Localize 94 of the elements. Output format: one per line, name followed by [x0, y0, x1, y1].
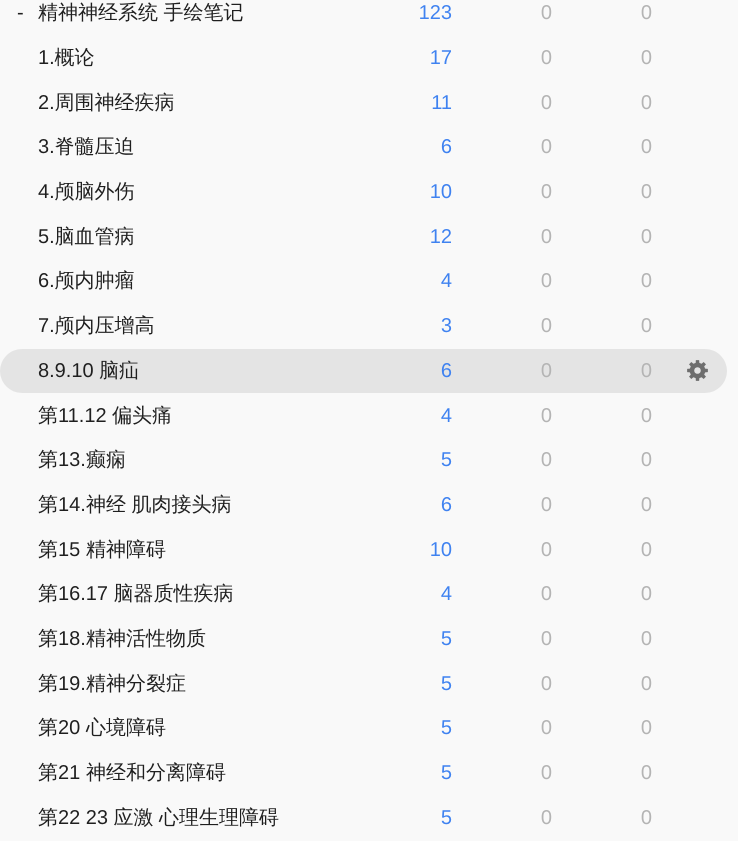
deck-name[interactable]: 第19.精神分裂症	[38, 672, 186, 696]
deck-name[interactable]: 第20 心境障碍	[38, 716, 166, 740]
deck-name[interactable]: 4.颅脑外伤	[38, 180, 135, 204]
deck-name[interactable]: 3.脊髓压迫	[38, 135, 135, 160]
card-count: 0	[540, 314, 552, 338]
card-count: 0	[640, 90, 652, 115]
deck-name[interactable]: 5.脑血管病	[38, 224, 135, 249]
deck-name[interactable]: 精神神经系统 手绘笔记	[38, 1, 244, 26]
deck-row[interactable]: 第20 心境障碍 5 0 0	[0, 706, 727, 751]
deck-name[interactable]: 第18.精神活性物质	[38, 626, 206, 651]
card-count: 6	[440, 135, 452, 160]
deck-row[interactable]: 3.脊髓压迫 6 0 0	[0, 125, 727, 170]
card-count: 3	[440, 314, 452, 338]
card-count: 0	[540, 761, 552, 786]
deck-name[interactable]: 6.颅内肿瘤	[38, 269, 135, 294]
card-count: 0	[640, 135, 652, 160]
card-count: 5	[440, 626, 452, 651]
card-count: 0	[540, 1, 552, 26]
card-count: 17	[430, 46, 452, 70]
card-count: 0	[640, 761, 652, 786]
card-count: 0	[540, 672, 552, 696]
card-count: 0	[540, 716, 552, 740]
card-count: 0	[540, 806, 552, 830]
card-count: 0	[540, 135, 552, 160]
card-count: 10	[430, 538, 452, 562]
card-count: 0	[540, 224, 552, 249]
card-count: 0	[640, 180, 652, 204]
card-count: 0	[540, 46, 552, 70]
deck-name[interactable]: 第14.神经 肌肉接头病	[38, 492, 232, 517]
deck-name[interactable]: 第16.17 脑器质性疾病	[38, 582, 234, 606]
card-count: 5	[440, 761, 452, 786]
card-count: 4	[440, 269, 452, 294]
card-count: 0	[640, 672, 652, 696]
deck-row[interactable]: - 精神神经系统 手绘笔记 123 0 0	[0, 0, 727, 36]
deck-name[interactable]: 第21 神经和分离障碍	[38, 761, 226, 786]
deck-name[interactable]: 7.颅内压增高	[38, 314, 155, 338]
card-count: 0	[640, 582, 652, 606]
card-count: 0	[640, 716, 652, 740]
deck-row[interactable]: 2.周围神经疾病 11 0 0	[0, 80, 727, 126]
deck-row[interactable]: 1.概论 17 0 0	[0, 36, 727, 80]
deck-name[interactable]: 2.周围神经疾病	[38, 90, 175, 115]
deck-row[interactable]: 第16.17 脑器质性疾病 4 0 0	[0, 572, 727, 617]
card-count: 0	[540, 448, 552, 472]
card-count: 0	[640, 1, 652, 26]
deck-row[interactable]: 第22 23 应激 心理生理障碍 5 0 0	[0, 795, 727, 840]
card-count: 6	[440, 492, 452, 517]
deck-row[interactable]: 4.颅脑外伤 10 0 0	[0, 170, 727, 214]
card-count: 123	[418, 1, 452, 26]
card-count: 0	[640, 806, 652, 830]
deck-row[interactable]: 第19.精神分裂症 5 0 0	[0, 661, 727, 706]
deck-row[interactable]: 第13.癫痫 5 0 0	[0, 438, 727, 483]
card-count: 0	[540, 538, 552, 562]
collapse-toggle[interactable]: -	[17, 3, 38, 24]
deck-name[interactable]: 第13.癫痫	[38, 448, 126, 472]
card-count: 0	[640, 448, 652, 472]
card-count: 0	[540, 492, 552, 517]
card-count: 0	[640, 626, 652, 651]
deck-row[interactable]: 第18.精神活性物质 5 0 0	[0, 616, 727, 662]
card-count: 10	[430, 180, 452, 204]
card-count: 5	[440, 672, 452, 696]
deck-name[interactable]: 第22 23 应激 心理生理障碍	[38, 806, 280, 830]
deck-name[interactable]: 第11.12 偏头痛	[38, 404, 172, 428]
deck-row[interactable]: 第21 神经和分离障碍 5 0 0	[0, 750, 727, 796]
card-count: 0	[540, 626, 552, 651]
card-count: 0	[640, 404, 652, 428]
deck-name[interactable]: 8.9.10 脑疝	[38, 358, 140, 383]
deck-row[interactable]: 第15 精神障碍 10 0 0	[0, 527, 727, 572]
card-count: 0	[540, 404, 552, 428]
card-count: 0	[640, 492, 652, 517]
deck-name[interactable]: 第15 精神障碍	[38, 538, 166, 562]
gear-icon[interactable]	[687, 360, 708, 382]
card-count: 0	[640, 46, 652, 70]
deck-row[interactable]: 第11.12 偏头痛 4 0 0	[0, 393, 727, 438]
deck-row[interactable]: 5.脑血管病 12 0 0	[0, 214, 727, 260]
card-count: 4	[440, 404, 452, 428]
deck-name[interactable]: 1.概论	[38, 46, 95, 70]
card-count: 0	[640, 314, 652, 338]
card-count: 0	[640, 224, 652, 249]
card-count: 0	[540, 180, 552, 204]
card-count: 11	[431, 90, 452, 115]
card-count: 12	[430, 224, 452, 249]
card-count: 0	[540, 582, 552, 606]
card-count: 5	[440, 806, 452, 830]
deck-row[interactable]: 第14.神经 肌肉接头病 6 0 0	[0, 482, 727, 528]
card-count: 4	[440, 582, 452, 606]
card-count: 0	[640, 538, 652, 562]
card-count: 5	[440, 716, 452, 740]
card-count: 5	[440, 448, 452, 472]
card-count: 0	[640, 269, 652, 294]
deck-row[interactable]: 6.颅内肿瘤 4 0 0	[0, 259, 727, 304]
card-count: 0	[540, 90, 552, 115]
deck-row[interactable]: 7.颅内压增高 3 0 0	[0, 304, 727, 348]
card-count: 0	[540, 269, 552, 294]
card-count: 6	[440, 358, 452, 383]
